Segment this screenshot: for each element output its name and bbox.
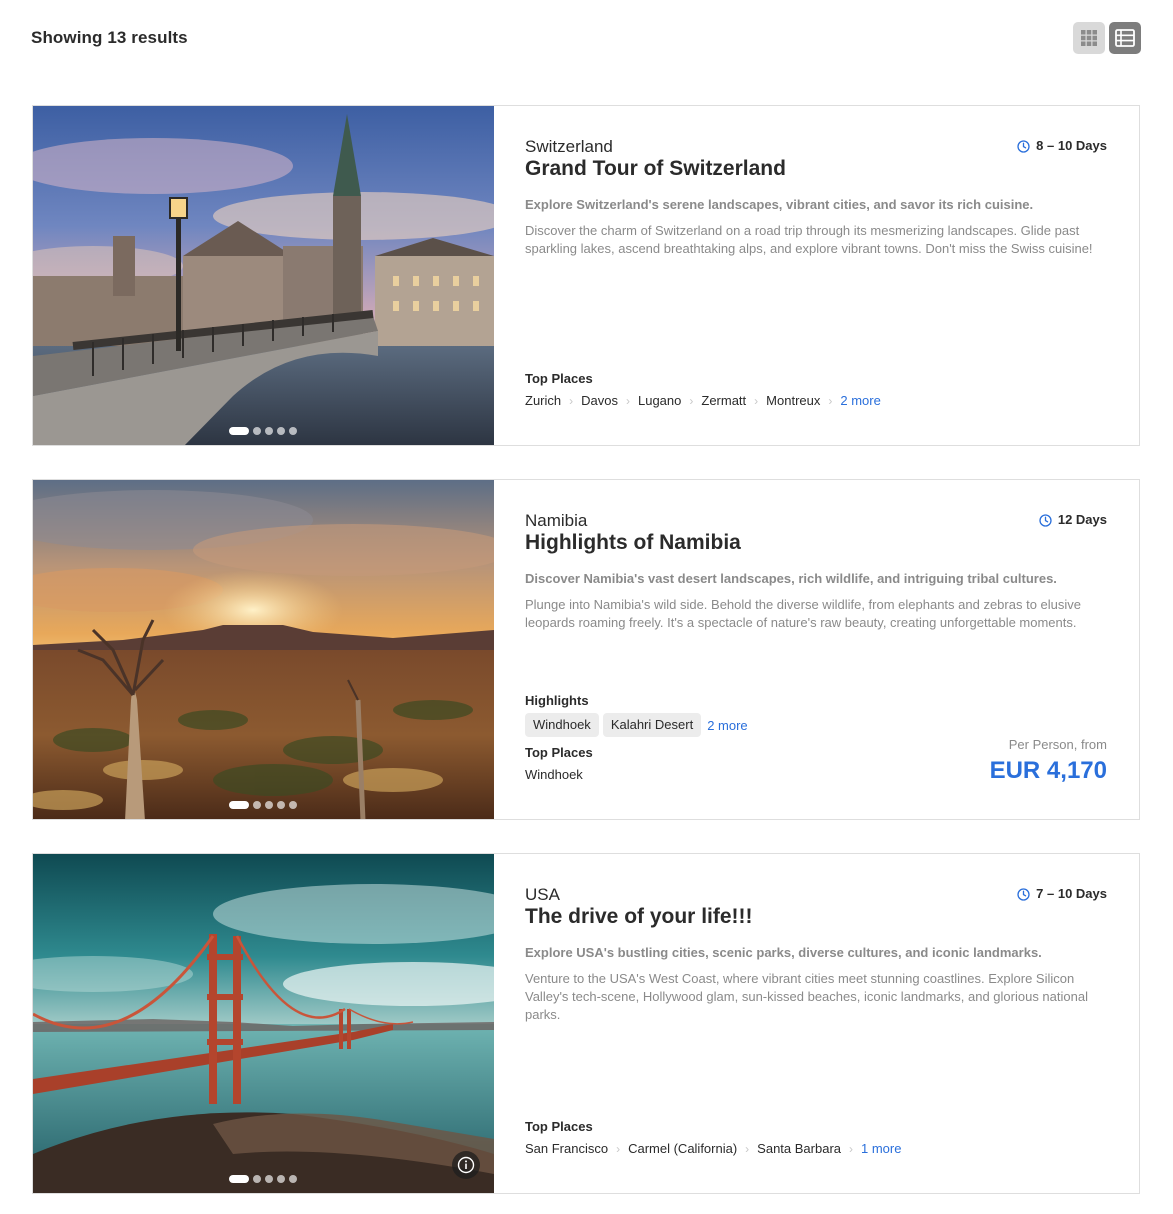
tour-description: Discover the charm of Switzerland on a r… [525,223,1093,256]
duration-text: 12 Days [1057,512,1107,527]
image-carousel-dots [229,427,297,435]
highlights-label: Highlights [525,693,589,708]
tour-duration: 12 Days [1039,511,1107,529]
tour-title[interactable]: The drive of your life!!! [525,904,753,930]
place-item[interactable]: San Francisco [525,1140,608,1158]
view-toggle [1073,22,1141,54]
info-icon [457,1156,475,1174]
carousel-dot[interactable] [253,427,261,435]
carousel-dot[interactable] [229,1175,249,1183]
top-places-label: Top Places [525,1119,593,1134]
image-info-button[interactable] [452,1151,480,1179]
grid-view-button[interactable] [1073,22,1105,54]
carousel-dot[interactable] [277,801,285,809]
tour-title[interactable]: Highlights of Namibia [525,530,741,556]
carousel-dot[interactable] [277,1175,285,1183]
place-item[interactable]: Carmel (California) [628,1140,737,1158]
clock-icon [1017,887,1030,901]
place-item[interactable]: Zurich [525,392,561,410]
tour-details: Namibia Highlights of Namibia 12 Days Di… [525,480,1139,819]
carousel-dot[interactable] [289,427,297,435]
tour-description: Venture to the USA's West Coast, where v… [525,971,1088,1022]
more-places-link[interactable]: 2 more [840,392,880,410]
tour-card-switzerland[interactable]: Switzerland Grand Tour of Switzerland 8 … [32,105,1140,446]
duration-text: 7 – 10 Days [1036,886,1107,901]
tour-details: USA The drive of your life!!! 7 – 10 Day… [525,854,1139,1193]
tour-image-namibia[interactable] [33,480,494,819]
top-places-list: Windhoek [525,766,583,784]
top-places-label: Top Places [525,745,593,760]
highlight-chip[interactable]: Windhoek [525,713,599,737]
tour-duration: 8 – 10 Days [1017,137,1107,155]
place-item[interactable]: Santa Barbara [757,1140,841,1158]
highlight-chip[interactable]: Kalahri Desert [602,713,702,737]
carousel-dot[interactable] [289,801,297,809]
more-places-link[interactable]: 1 more [861,1140,901,1158]
tour-country: USA [525,885,560,904]
more-highlights-link[interactable]: 2 more [707,718,747,733]
carousel-dot[interactable] [265,1175,273,1183]
chevron-right-icon: › [569,394,574,408]
list-icon [1115,29,1135,47]
carousel-dot[interactable] [277,427,285,435]
tour-details: Switzerland Grand Tour of Switzerland 8 … [525,106,1139,445]
tour-image-switzerland[interactable] [33,106,494,445]
tour-country: Switzerland [525,137,613,156]
grid-icon [1081,30,1097,46]
chevron-right-icon: › [849,1142,854,1156]
chevron-right-icon: › [625,394,630,408]
clock-icon [1017,139,1030,153]
carousel-dot[interactable] [229,427,249,435]
place-item[interactable]: Windhoek [525,766,583,784]
results-toolbar: Showing 13 results [31,22,1141,55]
top-places-label: Top Places [525,371,593,386]
tour-price: EUR 4,170 [989,757,1107,784]
chevron-right-icon: › [616,1142,621,1156]
tour-country: Namibia [525,511,588,530]
chevron-right-icon: › [754,394,759,408]
top-places-list: Zurich › Davos › Lugano › Zermatt › Mont… [525,392,881,410]
chevron-right-icon: › [828,394,833,408]
tour-card-namibia[interactable]: Namibia Highlights of Namibia 12 Days Di… [32,479,1140,820]
list-view-button[interactable] [1109,22,1141,54]
clock-icon [1039,513,1052,527]
place-item[interactable]: Zermatt [701,392,746,410]
top-places-list: San Francisco › Carmel (California) › Sa… [525,1140,901,1158]
tour-description: Plunge into Namibia's wild side. Behold … [525,597,1082,630]
carousel-dot[interactable] [253,801,261,809]
place-item[interactable]: Davos [581,392,618,410]
tour-duration: 7 – 10 Days [1017,885,1107,903]
duration-text: 8 – 10 Days [1036,138,1107,153]
price-label: Per Person, from [1008,737,1107,752]
tour-image-usa[interactable] [33,854,494,1193]
tour-tagline: Discover Namibia's vast desert landscape… [525,571,1057,586]
highlights-list: Windhoek Kalahri Desert 2 more [525,713,748,737]
tour-title[interactable]: Grand Tour of Switzerland [525,156,786,182]
image-carousel-dots [229,1175,297,1183]
carousel-dot[interactable] [253,1175,261,1183]
carousel-dot[interactable] [229,801,249,809]
carousel-dot[interactable] [289,1175,297,1183]
carousel-dot[interactable] [265,801,273,809]
tour-tagline: Explore Switzerland's serene landscapes,… [525,197,1034,212]
place-item[interactable]: Lugano [638,392,681,410]
image-carousel-dots [229,801,297,809]
tour-card-usa[interactable]: USA The drive of your life!!! 7 – 10 Day… [32,853,1140,1194]
chevron-right-icon: › [689,394,694,408]
chevron-right-icon: › [745,1142,750,1156]
place-item[interactable]: Montreux [766,392,820,410]
results-count: Showing 13 results [31,28,188,47]
tour-tagline: Explore USA's bustling cities, scenic pa… [525,945,1042,960]
carousel-dot[interactable] [265,427,273,435]
